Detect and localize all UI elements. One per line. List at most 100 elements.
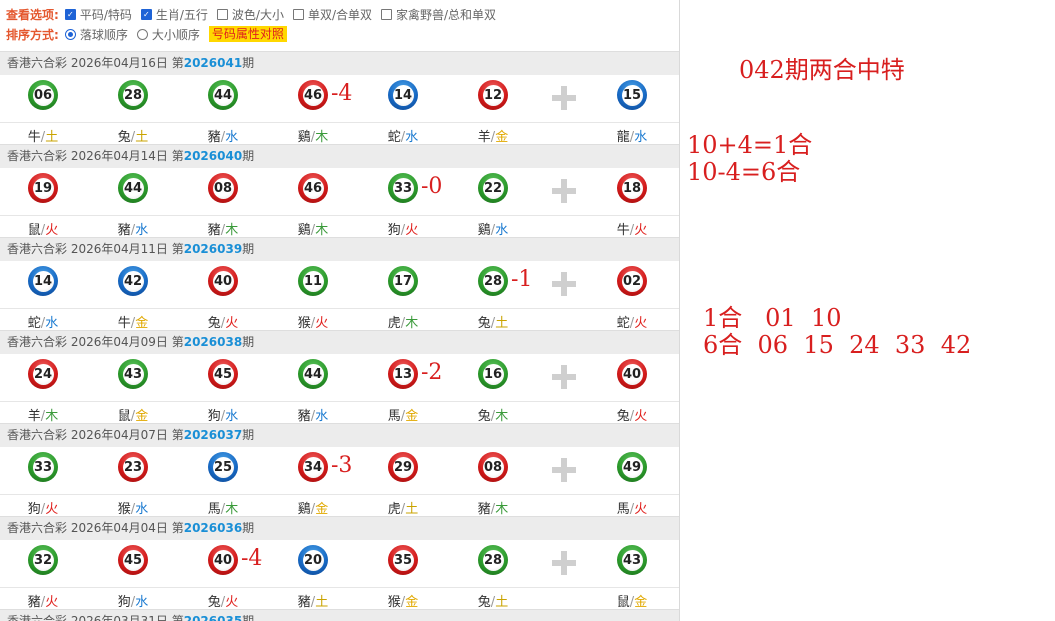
element: 土 xyxy=(495,316,509,331)
element: 水 xyxy=(225,409,239,424)
lottery-ball: 43 xyxy=(118,359,148,389)
results-panel: 查看选项: ✓ 平码/特码 ✓ 生肖/五行 波色/大小 单双/合单双 家禽野兽/总和单双 排… xyxy=(0,0,680,621)
sort-option[interactable]: 大小顺序 xyxy=(136,26,200,43)
ball-number: 18 xyxy=(621,177,643,199)
period-suffix: 期 xyxy=(242,521,255,535)
zodiac: 豬 xyxy=(477,502,491,517)
checkbox[interactable]: ✓ xyxy=(140,8,152,20)
ball-number: 44 xyxy=(212,84,234,106)
notes-calc-minus: 10-4=6合 xyxy=(687,158,801,186)
lottery-ball: 40 xyxy=(208,545,238,575)
checkbox[interactable] xyxy=(216,8,228,20)
lottery-ball: 29 xyxy=(388,452,418,482)
sort-option[interactable]: 落球顺序 xyxy=(64,26,128,43)
draw-header: 香港六合彩 2026年04月07日 第2026037期 xyxy=(0,423,679,447)
plus-icon xyxy=(552,86,576,110)
period-number[interactable]: 2026036 xyxy=(184,521,242,535)
compare-button[interactable]: 号码属性对照 xyxy=(208,26,287,42)
view-options-label: 查看选项: xyxy=(6,7,59,22)
zodiac: 豬 xyxy=(117,223,131,238)
zodiac-row: 狗/火 猴/水 馬/木 鷄/金 虎/土 豬/木 馬/火 xyxy=(0,495,679,517)
checkbox[interactable]: ✓ xyxy=(64,8,76,20)
period-suffix: 期 xyxy=(242,428,255,442)
element: 水 xyxy=(495,223,509,238)
zodiac: 豬 xyxy=(207,130,221,145)
ball-number: 43 xyxy=(621,549,643,571)
period-number[interactable]: 2026040 xyxy=(184,149,242,163)
zodiac: 馬 xyxy=(207,502,221,517)
zodiac-element-label: 蛇/水 xyxy=(13,312,73,331)
period-number[interactable]: 2026037 xyxy=(184,428,242,442)
element: 木 xyxy=(315,130,329,145)
ball-number: 43 xyxy=(122,363,144,385)
draw-date: 香港六合彩 2026年04月07日 第 xyxy=(7,428,184,442)
element: 金 xyxy=(495,130,509,145)
draw-header: 香港六合彩 2026年04月04日 第2026036期 xyxy=(0,516,679,540)
ball-number: 35 xyxy=(392,549,414,571)
element: 土 xyxy=(135,130,149,145)
view-option[interactable]: 单双/合单双 xyxy=(292,6,372,23)
zodiac: 鼠 xyxy=(117,409,131,424)
zodiac: 豬 xyxy=(27,595,41,610)
draw-date: 香港六合彩 2026年04月11日 第 xyxy=(7,242,184,256)
handwritten-annotation: -0 xyxy=(421,174,443,199)
zodiac: 羊 xyxy=(27,409,41,424)
ball-number: 44 xyxy=(302,363,324,385)
view-option-label: 单双/合单双 xyxy=(307,7,372,22)
lottery-ball: 12 xyxy=(478,80,508,110)
draw-date: 香港六合彩 2026年04月09日 第 xyxy=(7,335,184,349)
draw-date: 香港六合彩 2026年04月16日 第 xyxy=(7,56,184,70)
zodiac-element-label: 狗/火 xyxy=(373,219,433,238)
period-number[interactable]: 2026035 xyxy=(184,614,242,621)
lottery-ball: 28 xyxy=(478,545,508,575)
draw-record: 香港六合彩 2026年04月07日 第2026037期 33 23 25 34 29 08 4… xyxy=(0,423,679,517)
view-option[interactable]: ✓ 平码/特码 xyxy=(64,6,132,23)
radio-button[interactable] xyxy=(136,28,148,40)
draw-record: 香港六合彩 2026年04月14日 第2026040期 19 44 08 46 33 22 1… xyxy=(0,144,679,238)
zodiac-element-label: 豬/水 xyxy=(283,405,343,424)
draw-date: 香港六合彩 2026年04月04日 第 xyxy=(7,521,184,535)
zodiac-element-label: 豬/土 xyxy=(283,591,343,610)
view-option[interactable]: ✓ 生肖/五行 xyxy=(140,6,208,23)
lottery-ball: 46 xyxy=(298,80,328,110)
lottery-ball: 20 xyxy=(298,545,328,575)
checkbox[interactable] xyxy=(292,8,304,20)
lottery-ball: 08 xyxy=(208,173,238,203)
zodiac: 鷄 xyxy=(297,130,311,145)
element: 金 xyxy=(135,316,149,331)
zodiac: 馬 xyxy=(616,502,630,517)
ball-number: 14 xyxy=(32,270,54,292)
special-ball: 18 xyxy=(617,173,647,203)
checkbox[interactable] xyxy=(381,8,392,20)
zodiac-element-label: 兔/火 xyxy=(602,405,662,424)
view-option[interactable]: 波色/大小 xyxy=(216,6,284,23)
period-number[interactable]: 2026039 xyxy=(184,242,242,256)
element: 木 xyxy=(495,502,509,517)
ball-number: 06 xyxy=(32,84,54,106)
handwritten-annotation: -2 xyxy=(421,360,443,385)
ball-number: 13 xyxy=(392,363,414,385)
period-number[interactable]: 2026041 xyxy=(184,56,242,70)
zodiac-element-label: 鼠/火 xyxy=(13,219,73,238)
ball-number: 08 xyxy=(212,177,234,199)
notes-he6: 6合 06 15 24 33 42 xyxy=(703,331,972,359)
view-option[interactable]: 家禽野兽/总和单双 xyxy=(381,6,496,23)
ball-number: 46 xyxy=(302,84,324,106)
zodiac-element-label: 鷄/木 xyxy=(283,219,343,238)
element: 金 xyxy=(634,595,648,610)
element: 水 xyxy=(135,502,149,517)
zodiac: 兔 xyxy=(117,130,131,145)
period-number[interactable]: 2026038 xyxy=(184,335,242,349)
sort-options-row: 排序方式: 落球顺序 大小顺序 号码属性对照 xyxy=(6,25,287,43)
radio-button[interactable] xyxy=(64,28,76,40)
ball-number: 42 xyxy=(122,270,144,292)
zodiac-element-label: 馬/金 xyxy=(373,405,433,424)
zodiac-element-label: 猴/水 xyxy=(103,498,163,517)
ball-number: 14 xyxy=(392,84,414,106)
period-suffix: 期 xyxy=(242,614,255,621)
draw-header: 香港六合彩 2026年04月14日 第2026040期 xyxy=(0,144,679,168)
zodiac: 兔 xyxy=(477,316,491,331)
element: 金 xyxy=(315,502,329,517)
lottery-ball: 44 xyxy=(118,173,148,203)
balls-row: 33 23 25 34 29 08 49 -3 xyxy=(0,447,679,495)
